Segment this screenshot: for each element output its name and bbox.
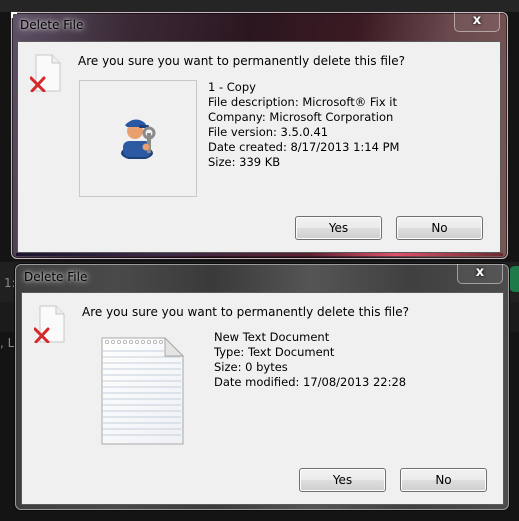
close-button[interactable]: x (457, 264, 503, 284)
file-description: File description: Microsoft® Fix it (208, 95, 397, 109)
file-info: New Text Document Type: Text Document Si… (214, 330, 406, 390)
file-version: File version: 3.5.0.41 (208, 125, 329, 139)
background-app-icon (509, 266, 519, 292)
delete-file-icon (30, 54, 61, 92)
text-document-icon (101, 337, 185, 445)
close-button[interactable]: x (454, 12, 500, 32)
file-date-modified: Date modified: 17/08/2013 22:28 (214, 375, 407, 389)
file-size: Size: 0 bytes (214, 360, 288, 374)
dialog-title: Delete File (20, 18, 84, 32)
background-text: 1: (4, 276, 16, 290)
confirm-question: Are you sure you want to permanently del… (82, 305, 409, 319)
technician-wrench-icon (121, 119, 156, 159)
no-button[interactable]: No (400, 468, 487, 492)
confirm-question: Are you sure you want to permanently del… (78, 54, 405, 68)
file-size: Size: 339 KB (208, 155, 281, 169)
file-name: 1 - Copy (208, 80, 256, 94)
dialog-title: Delete File (24, 270, 88, 284)
file-type: Type: Text Document (214, 345, 335, 359)
delete-file-dialog-2: Delete File x Are you sure you want to p… (15, 264, 509, 510)
file-preview (79, 80, 197, 197)
no-button[interactable]: No (396, 216, 483, 240)
dialog-content: Are you sure you want to permanently del… (17, 41, 501, 253)
delete-file-dialog-1: Delete File x Are you sure you want to p… (11, 12, 508, 259)
file-date-created: Date created: 8/17/2013 1:14 PM (208, 140, 400, 154)
corner-marker (11, 12, 17, 18)
yes-button[interactable]: Yes (295, 216, 382, 240)
file-info: 1 - Copy File description: Microsoft® Fi… (208, 80, 399, 170)
yes-button[interactable]: Yes (299, 468, 386, 492)
delete-file-icon (34, 305, 65, 343)
background-top (0, 0, 519, 12)
dialog-content: Are you sure you want to permanently del… (21, 292, 504, 505)
frame-glow (16, 253, 503, 256)
file-company: Company: Microsoft Corporation (208, 110, 394, 124)
file-name: New Text Document (214, 330, 330, 344)
